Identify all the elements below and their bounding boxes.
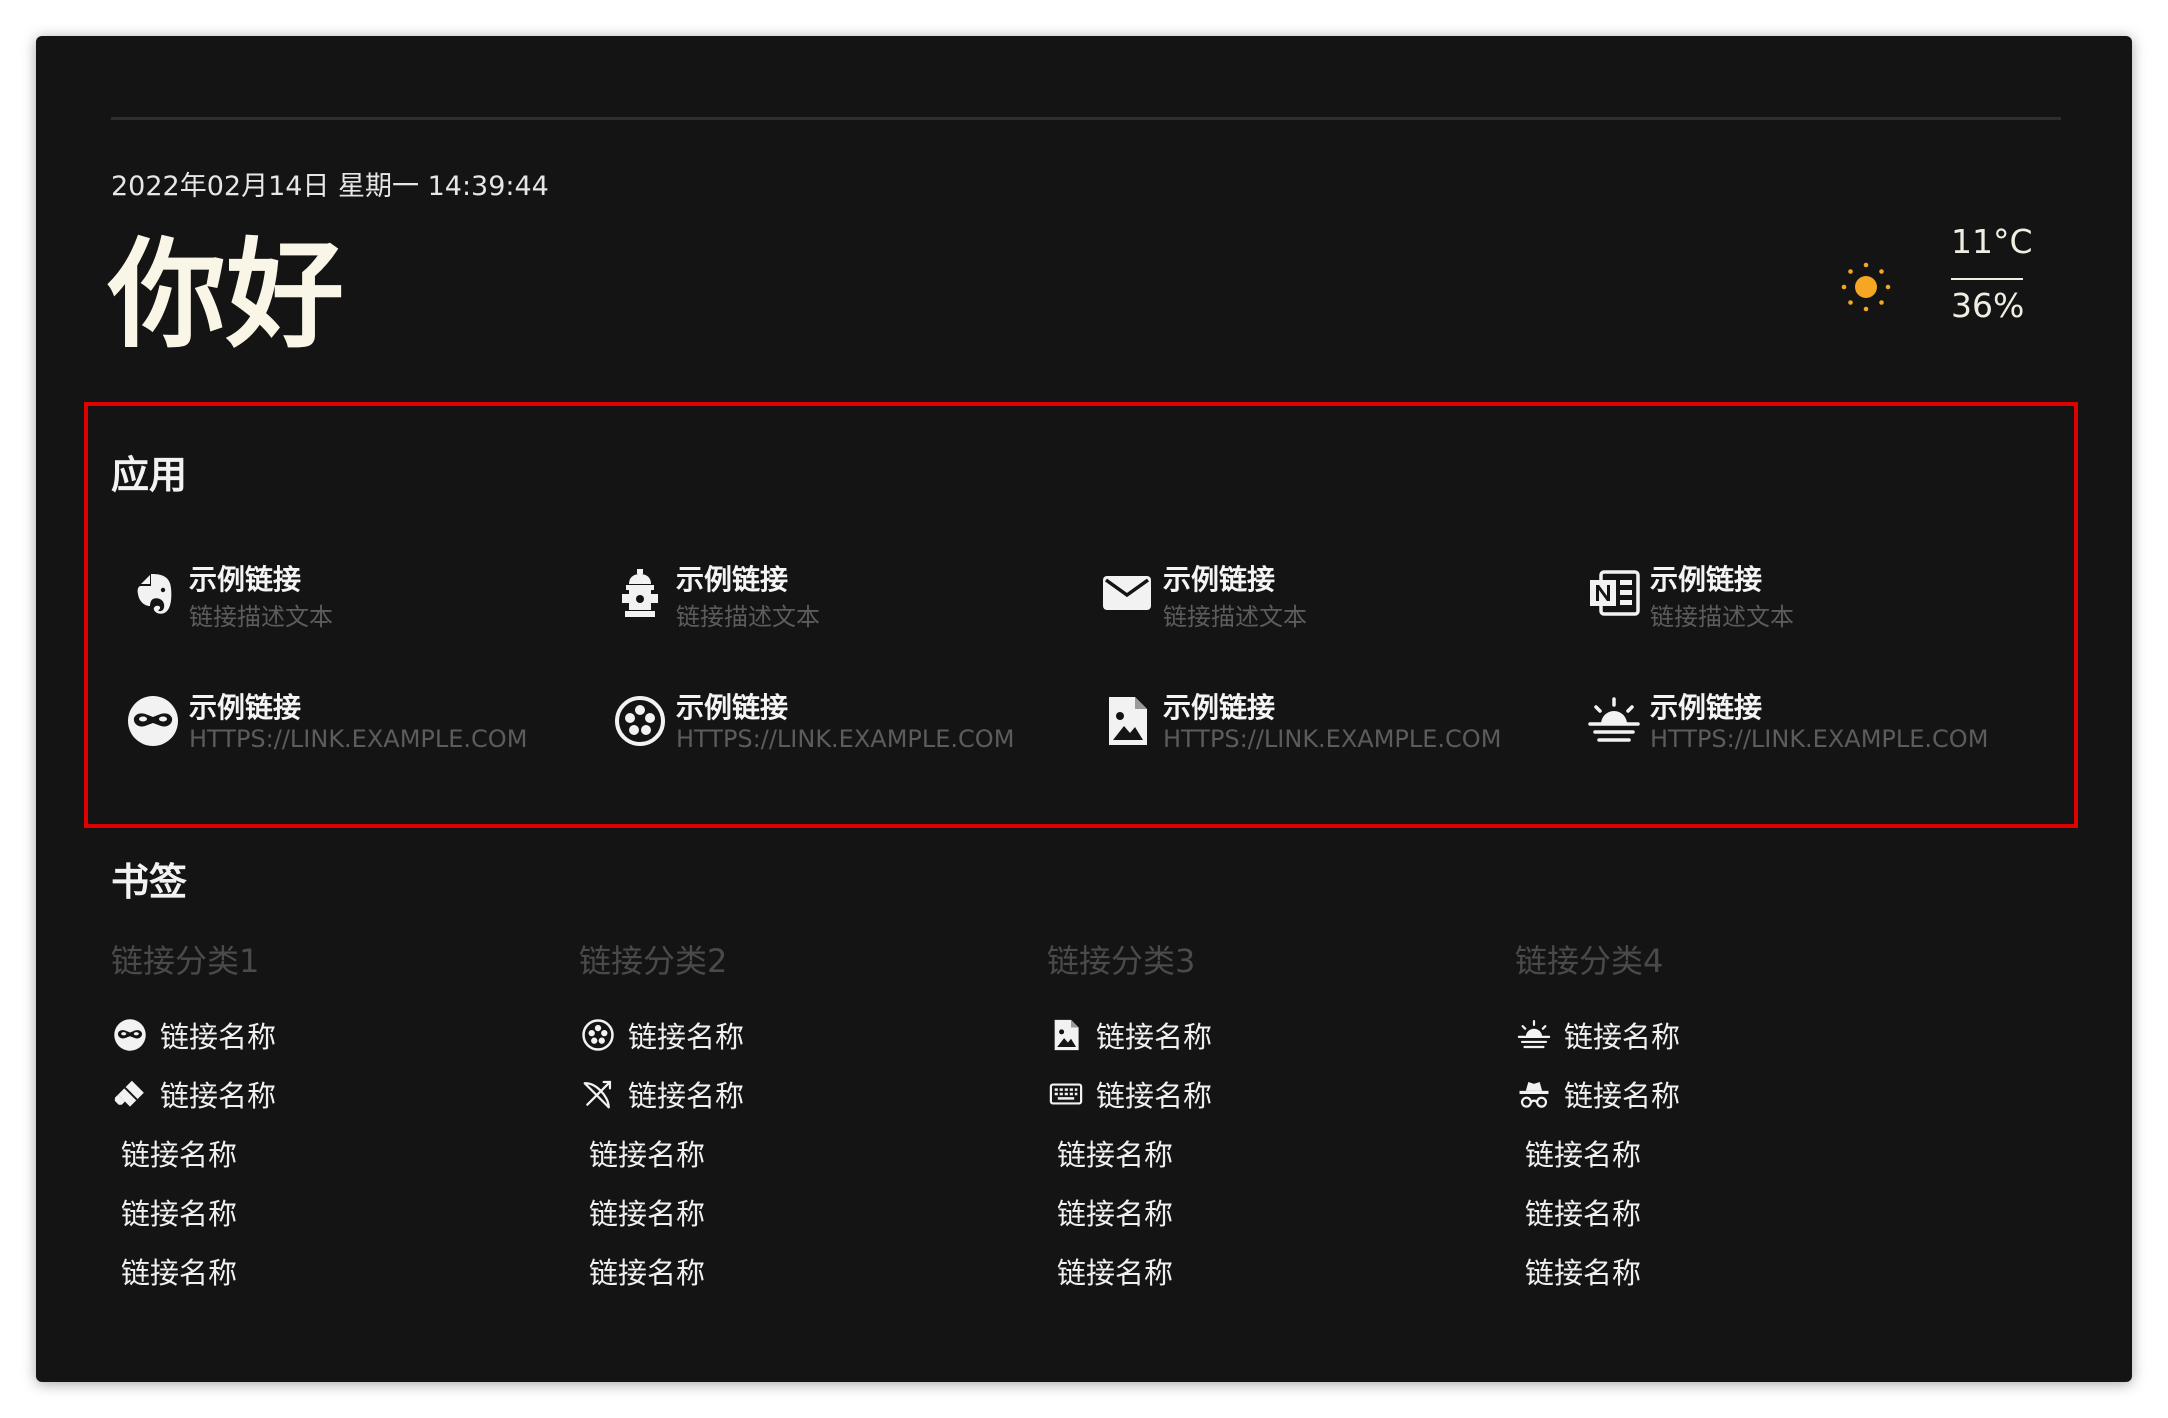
app-link-description: 链接描述文本 bbox=[1650, 603, 1794, 631]
app-link[interactable]: 示例链接 链接描述文本 bbox=[1587, 558, 2057, 638]
app-link[interactable]: 示例链接 链接描述文本 bbox=[126, 558, 596, 638]
app-link-url: HTTPS://LINK.EXAMPLE.COM bbox=[1650, 725, 1989, 753]
incognito-icon bbox=[1517, 1077, 1551, 1111]
greeting-heading: 你好 bbox=[108, 226, 345, 364]
app-link[interactable]: 示例链接 链接描述文本 bbox=[1100, 558, 1570, 638]
app-link-description: 链接描述文本 bbox=[676, 603, 820, 631]
app-link-title: 示例链接 bbox=[1650, 691, 1763, 724]
app-link[interactable]: 示例链接 HTTPS://LINK.EXAMPLE.COM bbox=[1100, 686, 1570, 766]
app-link-title: 示例链接 bbox=[189, 563, 302, 596]
file-image-icon bbox=[1100, 694, 1154, 748]
header-divider bbox=[111, 117, 2061, 120]
domino-mask-icon bbox=[126, 694, 180, 748]
app-link-description: 链接描述文本 bbox=[1163, 603, 1307, 631]
app-link[interactable]: 示例链接 HTTPS://LINK.EXAMPLE.COM bbox=[1587, 686, 2057, 766]
bookmark-label: 链接名称 bbox=[628, 1020, 745, 1054]
film-reel-icon bbox=[613, 694, 667, 748]
app-link-title: 示例链接 bbox=[676, 691, 789, 724]
sunrise-icon bbox=[1517, 1018, 1551, 1052]
app-link[interactable]: 示例链接 HTTPS://LINK.EXAMPLE.COM bbox=[126, 686, 596, 766]
app-link[interactable]: 示例链接 链接描述文本 bbox=[613, 558, 1083, 638]
bookmark-category-title: 链接分类3 bbox=[1047, 942, 1196, 980]
bookmark-label: 链接名称 bbox=[1096, 1020, 1213, 1054]
app-link-title: 示例链接 bbox=[1163, 691, 1276, 724]
app-link-title: 示例链接 bbox=[1650, 563, 1763, 596]
datetime-display: 2022年02月14日 星期一 14:39:44 bbox=[111, 171, 549, 202]
evernote-icon bbox=[126, 566, 180, 620]
bookmark-label: 链接名称 bbox=[160, 1020, 277, 1054]
bookmark-label: 链接名称 bbox=[628, 1079, 745, 1113]
bookmark-label: 链接名称 bbox=[121, 1138, 238, 1172]
app-link[interactable]: 示例链接 HTTPS://LINK.EXAMPLE.COM bbox=[613, 686, 1083, 766]
app-link-url: HTTPS://LINK.EXAMPLE.COM bbox=[676, 725, 1015, 753]
bookmark-label: 链接名称 bbox=[589, 1256, 706, 1290]
app-link-description: 链接描述文本 bbox=[189, 603, 333, 631]
keyboard-icon bbox=[1049, 1077, 1083, 1111]
app-link-title: 示例链接 bbox=[676, 563, 789, 596]
weather-humidity: 36% bbox=[1951, 286, 2025, 325]
bookmark-category-title: 链接分类1 bbox=[111, 942, 260, 980]
bookmark-label: 链接名称 bbox=[121, 1256, 238, 1290]
bookmark-label: 链接名称 bbox=[1057, 1138, 1174, 1172]
film-reel-icon bbox=[581, 1018, 615, 1052]
apps-section-title: 应用 bbox=[111, 453, 188, 497]
sunrise-icon bbox=[1587, 694, 1641, 748]
app-link-title: 示例链接 bbox=[189, 691, 302, 724]
bookmark-label: 链接名称 bbox=[1525, 1138, 1642, 1172]
bookmark-label: 链接名称 bbox=[1057, 1256, 1174, 1290]
weather-divider bbox=[1951, 278, 2023, 280]
app-link-url: HTTPS://LINK.EXAMPLE.COM bbox=[189, 725, 528, 753]
bookmark-category-title: 链接分类4 bbox=[1515, 942, 1664, 980]
bookmark-label: 链接名称 bbox=[1564, 1020, 1681, 1054]
eraser-icon bbox=[113, 1077, 147, 1111]
weather-temperature: 11°C bbox=[1951, 222, 2033, 261]
fire-hydrant-icon bbox=[613, 566, 667, 620]
onenote-icon bbox=[1587, 566, 1641, 620]
bookmark-label: 链接名称 bbox=[589, 1138, 706, 1172]
bookmarks-section-title: 书签 bbox=[111, 860, 188, 904]
app-link-url: HTTPS://LINK.EXAMPLE.COM bbox=[1163, 725, 1502, 753]
mail-icon bbox=[1100, 566, 1154, 620]
bookmark-label: 链接名称 bbox=[121, 1197, 238, 1231]
bookmark-label: 链接名称 bbox=[1057, 1197, 1174, 1231]
bookmark-label: 链接名称 bbox=[1525, 1256, 1642, 1290]
app-link-title: 示例链接 bbox=[1163, 563, 1276, 596]
start-page-window: 2022年02月14日 星期一 14:39:44 你好 11°C 36% 应用 … bbox=[36, 36, 2132, 1382]
bookmark-label: 链接名称 bbox=[1564, 1079, 1681, 1113]
file-image-icon bbox=[1049, 1018, 1083, 1052]
bookmark-category-title: 链接分类2 bbox=[579, 942, 728, 980]
bow-arrow-icon bbox=[581, 1077, 615, 1111]
bookmark-label: 链接名称 bbox=[160, 1079, 277, 1113]
domino-mask-icon bbox=[113, 1018, 147, 1052]
bookmark-label: 链接名称 bbox=[1525, 1197, 1642, 1231]
bookmark-label: 链接名称 bbox=[589, 1197, 706, 1231]
sun-icon bbox=[1839, 260, 1893, 314]
bookmark-label: 链接名称 bbox=[1096, 1079, 1213, 1113]
